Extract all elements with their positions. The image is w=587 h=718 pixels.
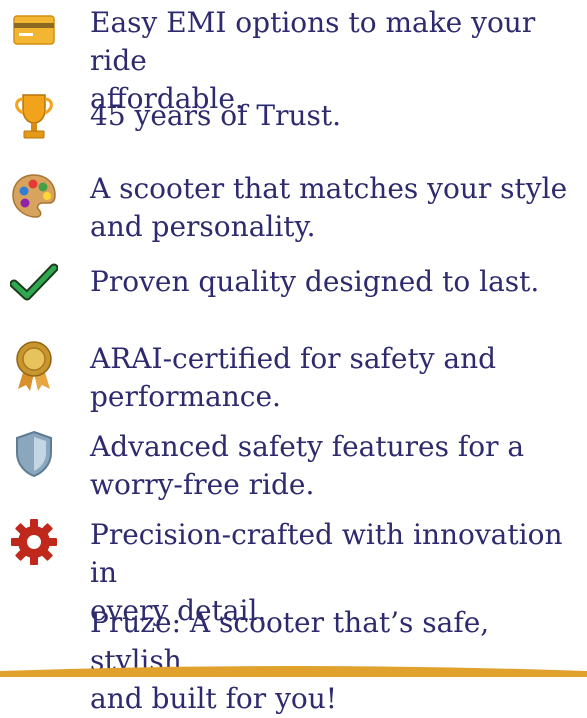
bottom-decorative-band <box>0 666 587 677</box>
gear-icon <box>6 514 62 570</box>
palette-icon <box>6 168 62 224</box>
feature-text-arai: ARAI-certified for safety and performanc… <box>90 342 497 413</box>
credit-card-icon <box>6 2 62 58</box>
trophy-icon <box>6 88 62 144</box>
feature-text-style: A scooter that matches your style and pe… <box>90 172 568 243</box>
shield-icon <box>6 426 62 482</box>
checkmark-icon <box>6 254 62 310</box>
medal-icon <box>6 338 62 394</box>
tagline: Pruze: A scooter that’s safe, stylish, a… <box>90 606 490 715</box>
feature-text-trust: 45 years of Trust. <box>90 99 342 132</box>
feature-text-safety: Advanced safety features for a worry-fre… <box>90 430 525 501</box>
feature-text-quality: Proven quality designed to last. <box>90 265 540 298</box>
